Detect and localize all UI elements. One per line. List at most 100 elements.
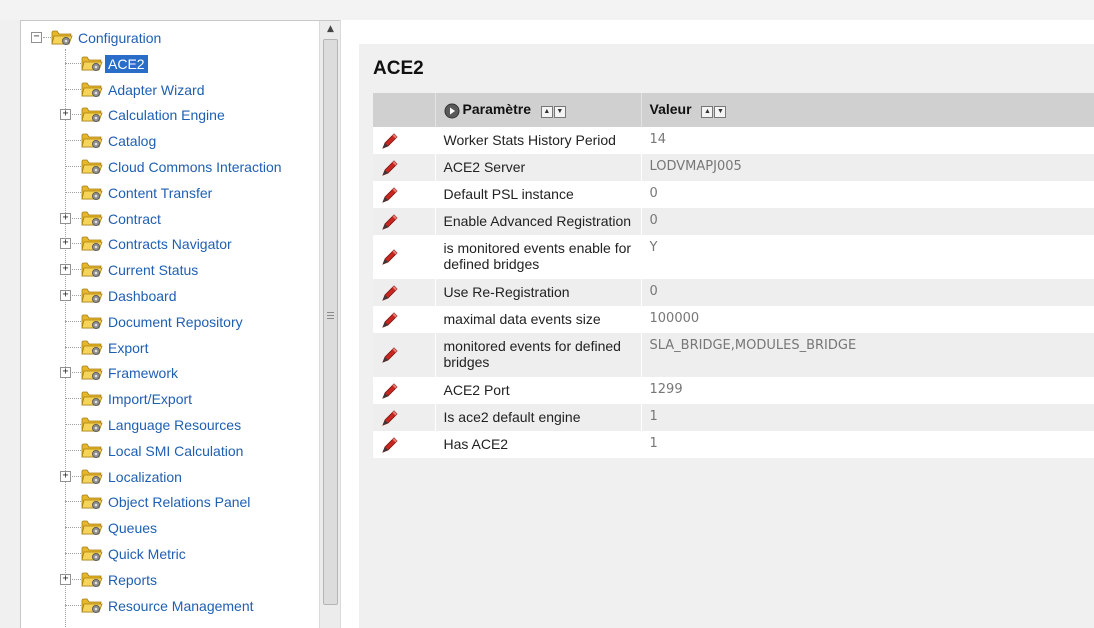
table-body: Worker Stats History Period 14 ACE2 Server… (373, 127, 1094, 458)
tree-item[interactable]: Adapter Wizard (21, 77, 319, 103)
pencil-icon[interactable] (381, 436, 399, 454)
tree-item-label[interactable]: Document Repository (105, 313, 246, 331)
tree-item[interactable]: + Calculation Engine (21, 102, 319, 128)
gear-folder-icon (81, 314, 103, 329)
tree-item[interactable]: Document Repository (21, 309, 319, 335)
tree-scrollbar[interactable]: ▲ (319, 21, 340, 628)
tree-item-label[interactable]: Cloud Commons Interaction (105, 158, 285, 176)
edit-cell[interactable] (373, 377, 436, 404)
tree-item-label[interactable]: Dashboard (105, 287, 180, 305)
edit-cell[interactable] (373, 127, 436, 154)
tree-item[interactable]: Local SMI Calculation (21, 438, 319, 464)
tree-item[interactable]: ACE2 (21, 51, 319, 77)
tree-item-label[interactable]: Content Transfer (105, 184, 215, 202)
tree-item[interactable]: + Localization (21, 464, 319, 490)
value-cell: Y (641, 235, 1094, 279)
pencil-icon[interactable] (381, 409, 399, 427)
table-header-row: Paramètre ▲ ▼ Valeur ▲ ▼ (373, 93, 1094, 127)
edit-cell[interactable] (373, 404, 436, 431)
tree-item-label[interactable]: Local SMI Calculation (105, 442, 246, 460)
tree-item-label[interactable]: ACE2 (105, 54, 148, 73)
tree-item-label[interactable]: Calculation Engine (105, 106, 228, 124)
sort-ascending-icon[interactable]: ▲ (540, 105, 553, 118)
expand-icon[interactable]: + (60, 367, 71, 379)
tree-connector (65, 553, 81, 554)
tree-item[interactable]: + Current Status (21, 257, 319, 283)
tree-item-label[interactable]: Contracts Navigator (105, 235, 235, 253)
tree-item[interactable]: Language Resources (21, 412, 319, 438)
value-column-header[interactable]: Valeur ▲ ▼ (641, 93, 1094, 127)
edit-cell[interactable] (373, 154, 436, 181)
tree-item[interactable]: Cloud Commons Interaction (21, 154, 319, 180)
column-options-icon[interactable] (444, 103, 460, 119)
pencil-icon[interactable] (381, 311, 399, 329)
tree-item-label[interactable]: Queues (105, 519, 160, 537)
pencil-icon[interactable] (381, 159, 399, 177)
tree-item[interactable]: − Configuration (21, 25, 319, 51)
tree-item[interactable]: Content Transfer (21, 180, 319, 206)
pencil-icon[interactable] (381, 284, 399, 302)
expand-icon[interactable]: + (60, 573, 71, 585)
gear-folder-icon (81, 185, 103, 200)
edit-cell[interactable] (373, 208, 436, 235)
tree-item-label[interactable]: Export (105, 339, 151, 357)
edit-cell[interactable] (373, 181, 436, 208)
expand-icon[interactable]: + (60, 264, 71, 276)
pencil-icon[interactable] (381, 186, 399, 204)
navigation-tree: − Configuration ACE2 Adapter Wizard + Calcula… (21, 21, 319, 628)
tree-item[interactable]: Export (21, 335, 319, 361)
expand-icon[interactable]: + (60, 238, 71, 250)
sort-descending-icon[interactable]: ▼ (553, 105, 566, 118)
tree-item-label[interactable]: Object Relations Panel (105, 493, 253, 511)
tree-item-label[interactable]: Framework (105, 364, 181, 382)
edit-cell[interactable] (373, 333, 436, 377)
table-row: Worker Stats History Period 14 (373, 127, 1094, 154)
tree-item-label[interactable]: Import/Export (105, 390, 195, 408)
tree-item-label[interactable]: Quick Metric (105, 545, 189, 563)
tree-item[interactable]: Quick Metric (21, 541, 319, 567)
tree-item-label[interactable]: Current Status (105, 261, 201, 279)
tree-item[interactable]: Import/Export (21, 386, 319, 412)
edit-cell[interactable] (373, 431, 436, 458)
tree-item-label[interactable]: Configuration (75, 29, 164, 47)
page-title: ACE2 (373, 58, 424, 79)
pencil-icon[interactable] (381, 382, 399, 400)
expand-icon[interactable]: + (60, 470, 71, 482)
param-cell: Use Re-Registration (435, 279, 642, 306)
tree-item-label[interactable]: Language Resources (105, 416, 244, 434)
pencil-icon[interactable] (381, 213, 399, 231)
tree-item[interactable]: + Contract (21, 206, 319, 232)
edit-cell[interactable] (373, 235, 436, 279)
expand-icon[interactable]: + (60, 212, 71, 224)
pencil-icon[interactable] (381, 248, 399, 266)
tree-item-label[interactable]: Adapter Wizard (105, 81, 207, 99)
sort-ascending-icon[interactable]: ▲ (701, 105, 714, 118)
tree-item[interactable]: + Framework (21, 360, 319, 386)
tree-item[interactable]: + Dashboard (21, 283, 319, 309)
tree-item-label[interactable]: Localization (105, 468, 185, 486)
param-column-header[interactable]: Paramètre ▲ ▼ (435, 93, 642, 127)
tree-item[interactable]: Object Relations Panel (21, 489, 319, 515)
scroll-up-arrow[interactable]: ▲ (320, 21, 340, 38)
tree-item[interactable]: Queues (21, 515, 319, 541)
gear-folder-icon (81, 56, 103, 71)
pencil-icon[interactable] (381, 132, 399, 150)
tree-item-label[interactable]: Contract (105, 210, 164, 228)
tree-item[interactable]: Resource Management (21, 593, 319, 619)
scroll-thumb[interactable] (323, 39, 338, 605)
tree-item-label[interactable]: Resource Management (105, 597, 257, 615)
value-cell: 1 (641, 431, 1094, 458)
tree-item[interactable]: Catalog (21, 128, 319, 154)
tree-item-label[interactable]: Reports (105, 571, 160, 589)
collapse-icon[interactable]: − (31, 32, 42, 43)
pencil-icon[interactable] (381, 346, 399, 364)
sort-descending-icon[interactable]: ▼ (714, 105, 727, 118)
edit-cell[interactable] (373, 279, 436, 306)
tree-item[interactable]: + Reports (21, 567, 319, 593)
expand-icon[interactable]: + (60, 109, 71, 121)
gear-folder-icon (81, 107, 103, 123)
tree-item-label[interactable]: Catalog (105, 132, 159, 150)
expand-icon[interactable]: + (60, 290, 71, 301)
tree-item[interactable]: + Contracts Navigator (21, 231, 319, 257)
edit-cell[interactable] (373, 306, 436, 333)
